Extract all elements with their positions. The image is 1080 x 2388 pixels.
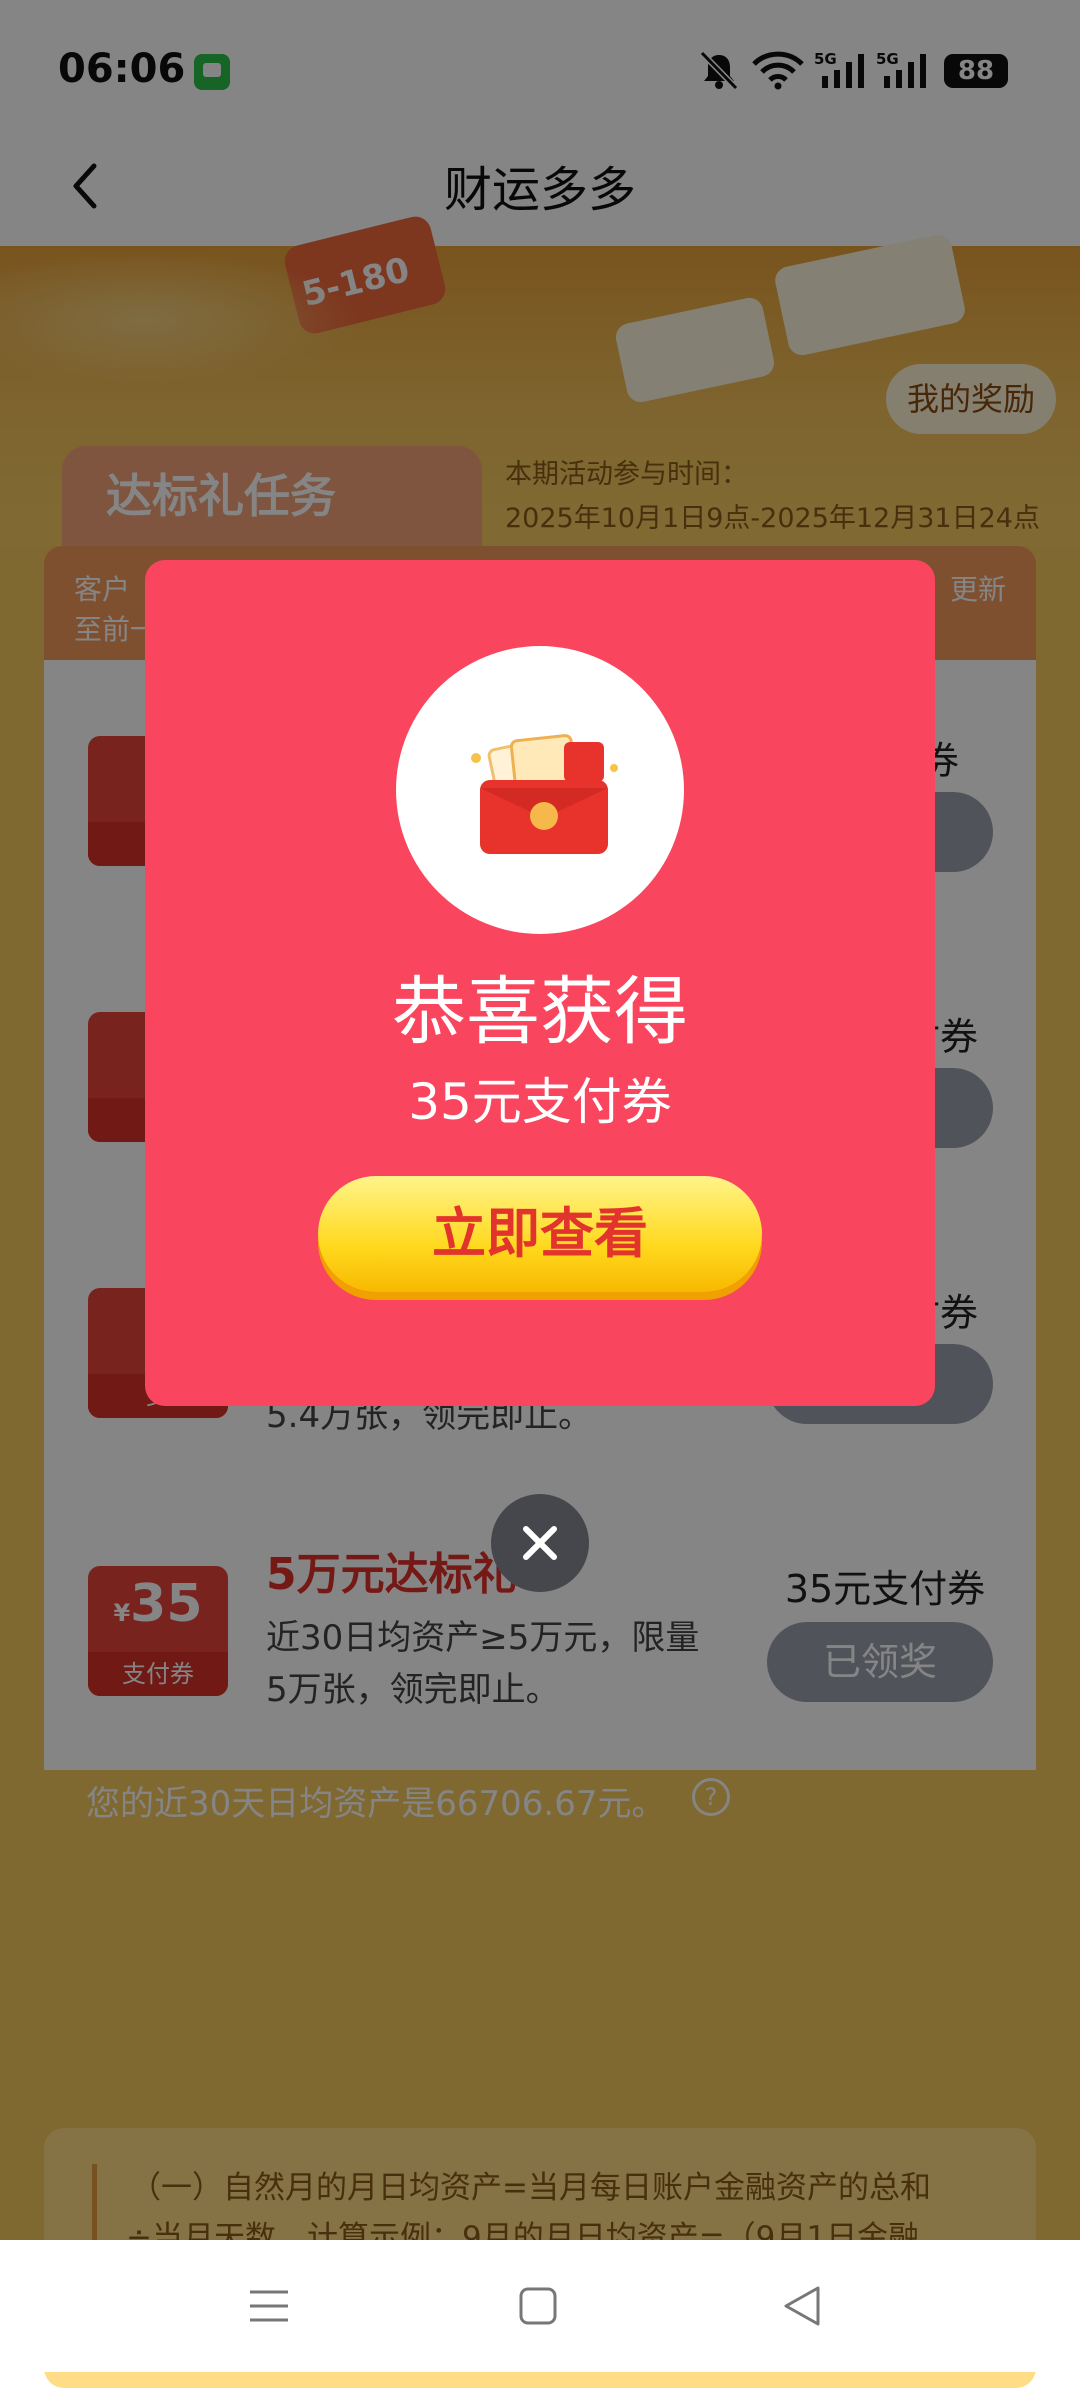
red-envelope-icon xyxy=(471,734,618,854)
congrats-heading: 恭喜获得 xyxy=(392,969,688,1055)
back-triangle-icon[interactable] xyxy=(782,2284,822,2328)
menu-icon[interactable] xyxy=(248,2286,290,2326)
home-icon[interactable] xyxy=(518,2286,558,2326)
prize-text: 35元支付券 xyxy=(408,1073,672,1131)
close-modal-button[interactable] xyxy=(491,1494,589,1592)
close-icon xyxy=(523,1526,557,1560)
view-now-button[interactable]: 立即查看 xyxy=(318,1176,762,1292)
